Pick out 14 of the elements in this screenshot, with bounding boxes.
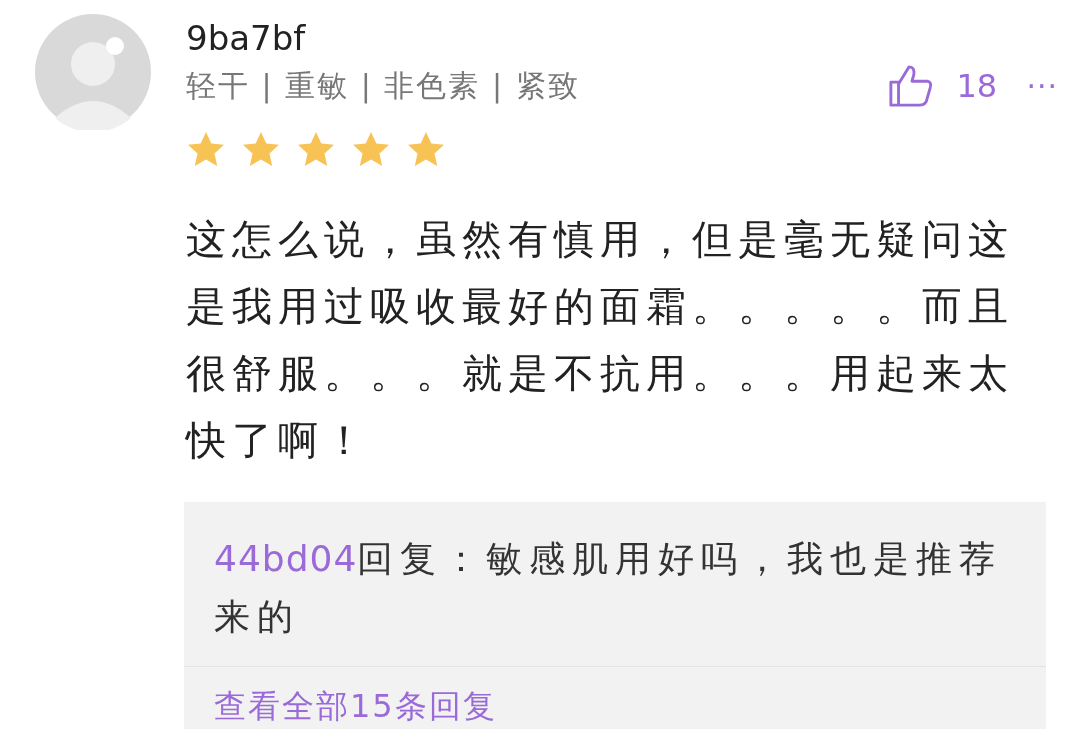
like-count: 18 <box>956 67 999 105</box>
more-button[interactable]: ··· <box>1026 68 1058 104</box>
star-icon <box>296 130 336 168</box>
star-icon <box>351 130 391 168</box>
skin-tags: 轻干 | 重敏 | 非色素 | 紧致 <box>186 65 889 107</box>
username[interactable]: 9ba7bf <box>186 16 1080 60</box>
reply-text: 44bd04回复：敏感肌用好吗，我也是推荐来的 <box>213 537 1004 639</box>
star-icon <box>186 130 226 168</box>
star-icon <box>241 130 281 168</box>
view-all-replies-link[interactable]: 查看全部15条回复 <box>184 667 1046 729</box>
reply-author-link[interactable]: 44bd04 <box>214 538 358 579</box>
thumbs-up-icon[interactable] <box>888 63 935 109</box>
comment-text: 这怎么说，虽然有慎用，但是毫无疑问这是我用过吸收最好的面霜。。。。。而且很舒服。。。就是不抗用。。。用起来太快了啊！ <box>186 215 1015 465</box>
star-icon <box>406 130 446 168</box>
